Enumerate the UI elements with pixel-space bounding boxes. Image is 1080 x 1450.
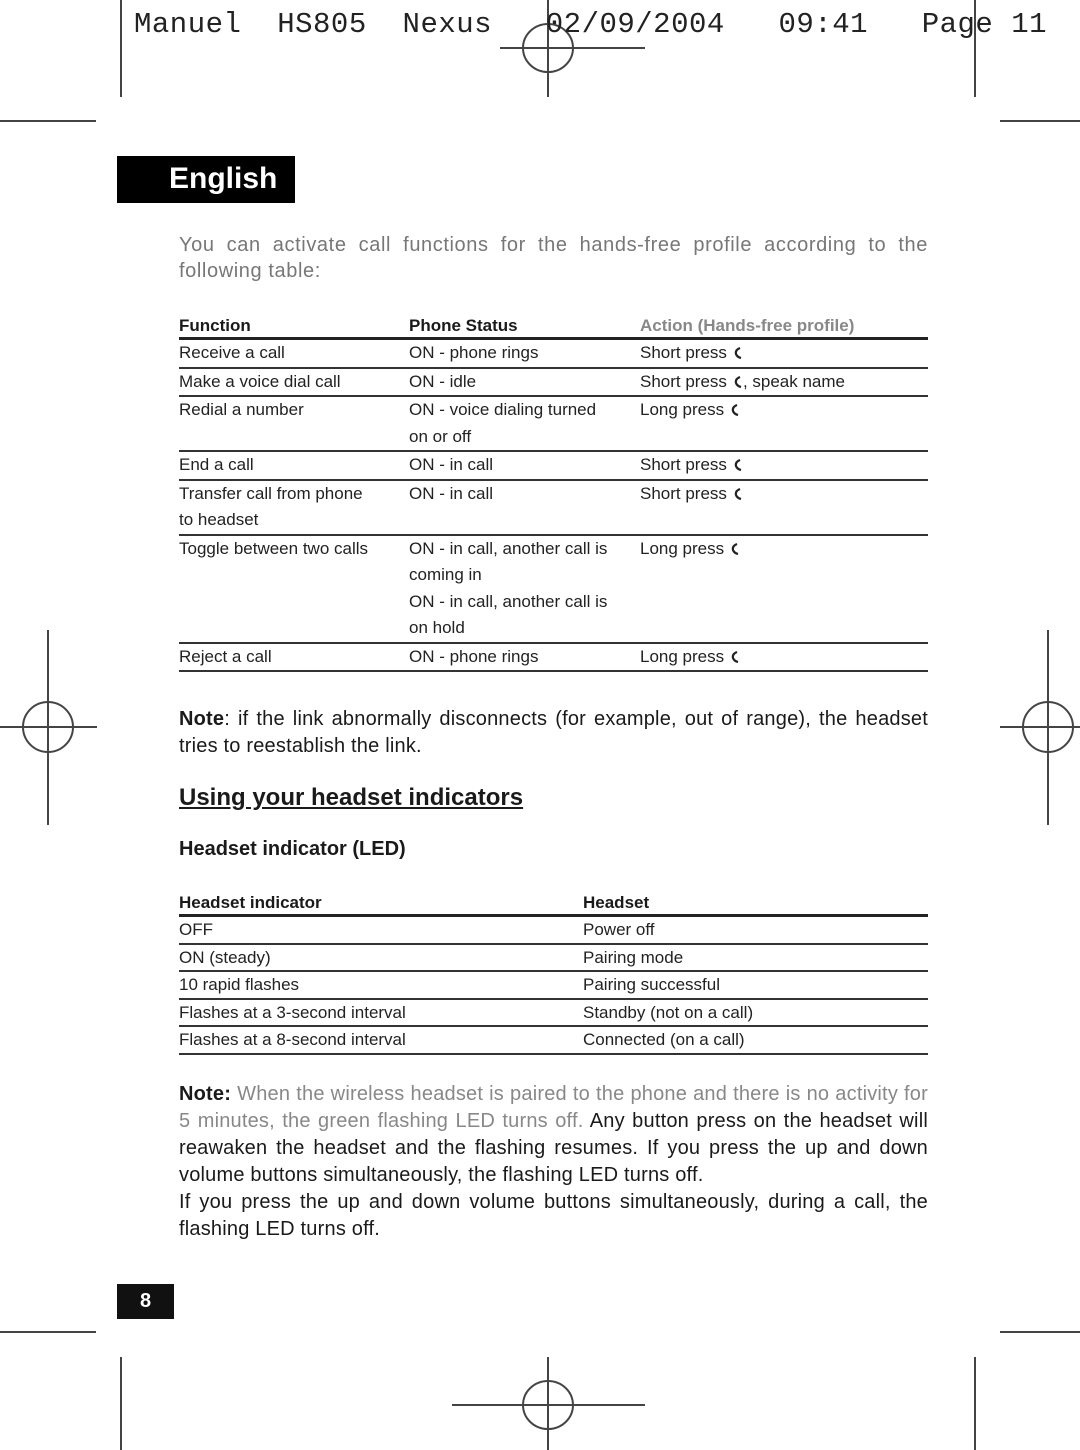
table-row: Flashes at a 3-second interval Standby (n… [179, 998, 928, 1027]
status-cell: ON - in call [409, 451, 640, 481]
function-cell: Redial a number [179, 396, 409, 452]
note-label: Note: [179, 1082, 232, 1105]
column-header: Phone Status [409, 314, 640, 340]
page-content: You can activate call functions for the … [179, 232, 928, 1243]
intro-paragraph: You can activate call functions for the … [179, 234, 928, 282]
table-row: Toggle between two calls ON - in call, an… [179, 534, 928, 644]
section-title: Using your headset indicators [179, 784, 524, 811]
indicator-cell: Flashes at a 8-second interval [179, 1026, 583, 1055]
function-cell: Toggle between two calls [179, 534, 409, 644]
action-cell: Short press [640, 338, 928, 369]
headset-state-cell: Pairing successful [583, 971, 928, 1000]
indicator-cell: ON (steady) [179, 943, 583, 972]
table-row: Flashes at a 8-second interval Connected … [179, 1026, 928, 1055]
action-cell: Long press [640, 534, 928, 644]
note-link-disconnect: Note: if the link abnormally disconnects… [179, 708, 928, 757]
print-slug-line: Manuel HS805 Nexus 02/09/2004 09:41 Page… [134, 8, 1048, 41]
note-label: Note [179, 708, 225, 730]
action-cell: Short press [640, 479, 928, 536]
column-header: Action (Hands-free profile) [640, 314, 928, 340]
action-cell: Long press [640, 396, 928, 452]
action-cell: Short press [640, 451, 928, 481]
function-cell: End a call [179, 451, 409, 481]
column-header: Headset [583, 891, 928, 917]
column-header: Headset indicator [179, 891, 583, 917]
headset-state-cell: Standby (not on a call) [583, 998, 928, 1027]
table-row: 10 rapid flashes Pairing successful [179, 971, 928, 1000]
call-functions-table: Function Phone Status Action (Hands-free… [179, 314, 928, 672]
status-cell: ON - phone rings [409, 642, 640, 672]
table-row: Redial a number ON - voice dialing turned… [179, 396, 928, 452]
indicator-cell: 10 rapid flashes [179, 971, 583, 1000]
indicator-cell: OFF [179, 915, 583, 945]
language-tab: English [117, 156, 295, 203]
phone-handset-icon [734, 487, 742, 500]
phone-handset-icon [734, 459, 742, 471]
phone-handset-icon [731, 542, 739, 555]
phone-handset-icon [734, 347, 742, 359]
function-cell: Make a voice dial call [179, 367, 409, 397]
action-cell: Short press, speak name [640, 367, 928, 397]
table-row: Receive a call ON - phone rings Short pres… [179, 338, 928, 369]
phone-handset-icon [731, 650, 739, 663]
status-cell: ON - idle [409, 367, 640, 397]
phone-handset-icon [734, 375, 742, 388]
table-row: Reject a call ON - phone rings Long press [179, 642, 928, 672]
page-number: 8 [117, 1284, 174, 1319]
action-cell: Long press [640, 642, 928, 672]
table-row: Make a voice dial call ON - idle Short pre… [179, 367, 928, 397]
table-row: Transfer call from phone to headset ON - … [179, 479, 928, 536]
note-led-timeout: Note: When the wireless headset is paire… [179, 1082, 928, 1240]
table-row: ON (steady) Pairing mode [179, 943, 928, 972]
headset-state-cell: Pairing mode [583, 943, 928, 972]
led-indicator-table: Headset indicator Headset OFF Power off ON… [179, 891, 928, 1055]
phone-handset-icon [731, 404, 739, 416]
function-cell: Transfer call from phone to headset [179, 479, 409, 536]
indicator-cell: Flashes at a 3-second interval [179, 998, 583, 1027]
headset-state-cell: Power off [583, 915, 928, 945]
column-header: Function [179, 314, 409, 340]
status-cell: ON - phone rings [409, 338, 640, 369]
table-row: OFF Power off [179, 915, 928, 945]
function-cell: Receive a call [179, 338, 409, 369]
function-cell: Reject a call [179, 642, 409, 672]
headset-state-cell: Connected (on a call) [583, 1026, 928, 1055]
status-cell: ON - in call, another call is coming in O… [409, 534, 640, 644]
status-cell: ON - in call [409, 479, 640, 536]
subsection-title: Headset indicator (LED) [179, 838, 406, 860]
table-row: End a call ON - in call Short press [179, 451, 928, 481]
status-cell: ON - voice dialing turned on or off [409, 396, 640, 452]
